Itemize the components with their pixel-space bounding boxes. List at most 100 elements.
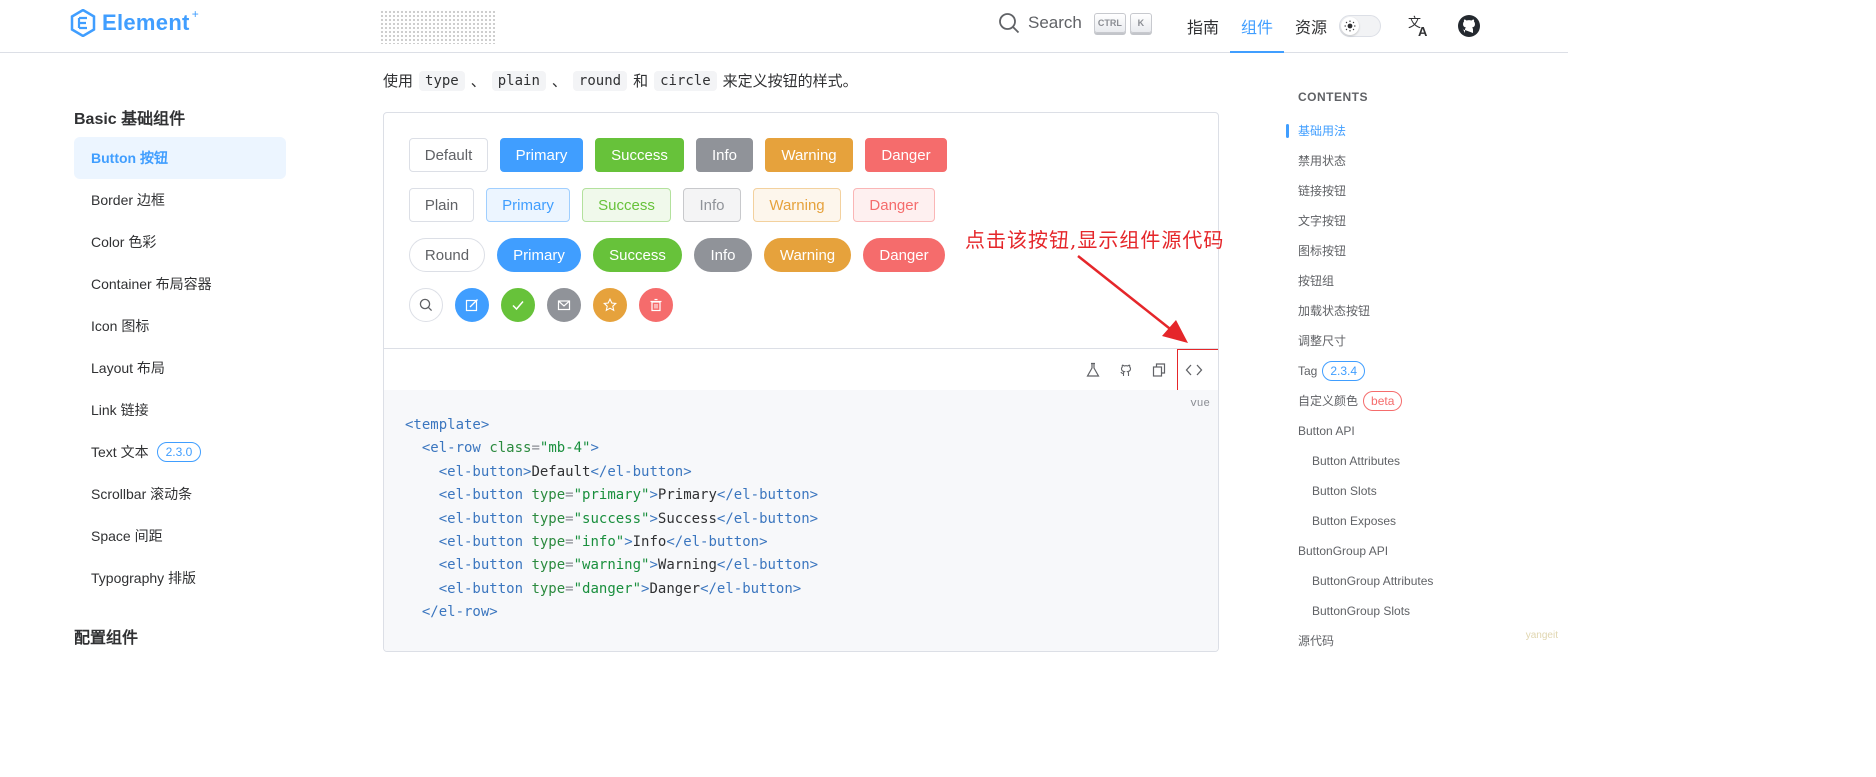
- circle-delete-button[interactable]: [639, 288, 673, 322]
- circle-check-button[interactable]: [501, 288, 535, 322]
- toc-item[interactable]: Button API: [1286, 416, 1556, 446]
- nav-components[interactable]: 组件: [1230, 0, 1284, 53]
- toc-item[interactable]: ButtonGroup API: [1286, 536, 1556, 566]
- annotation-text: 点击该按钮,显示组件源代码: [965, 228, 1225, 252]
- nav-resources[interactable]: 资源: [1284, 0, 1338, 53]
- toc-item[interactable]: Button Slots: [1286, 476, 1556, 506]
- info-button[interactable]: Info: [696, 138, 753, 172]
- toc-item[interactable]: 调整尺寸: [1286, 326, 1556, 356]
- table-of-contents: CONTENTS 基础用法 禁用状态 链接按钮 文字按钮 图标按钮 按钮组 加载状态按钮 调整…: [1286, 90, 1556, 656]
- toc-item-label: 基础用法: [1298, 124, 1347, 138]
- sidebar-item-label: Text 文本: [91, 444, 149, 460]
- sidebar-item-label: Space 间距: [91, 528, 163, 544]
- sidebar-item-container[interactable]: Container 布局容器: [74, 263, 286, 305]
- plain-danger-button[interactable]: Danger: [853, 188, 935, 222]
- code-line: <el-button>Default</el-button>: [438, 463, 692, 480]
- sidebar: Basic 基础组件 Button 按钮 Border 边框 Color 色彩 …: [74, 105, 286, 599]
- sidebar-item-layout[interactable]: Layout 布局: [74, 347, 286, 389]
- code-line: <el-row class="mb-4">: [421, 440, 599, 457]
- default-button[interactable]: Default: [409, 138, 488, 172]
- toc-item[interactable]: Tag 2.3.4: [1286, 356, 1556, 386]
- search-button[interactable]: Search CTRL K: [998, 12, 1152, 34]
- toc-item-label: 自定义颜色: [1298, 394, 1359, 408]
- button-row-circle: [409, 288, 673, 322]
- toc-item-label: Button Slots: [1312, 484, 1377, 498]
- toc-item[interactable]: 图标按钮: [1286, 236, 1556, 266]
- toc-item[interactable]: 基础用法: [1286, 116, 1556, 146]
- sidebar-item-space[interactable]: Space 间距: [74, 515, 286, 557]
- intro-suffix: 来定义按钮的样式。: [722, 73, 858, 90]
- toc-item[interactable]: 自定义颜色 beta: [1286, 386, 1556, 416]
- toc-item[interactable]: 文字按钮: [1286, 206, 1556, 236]
- sidebar-item-icon[interactable]: Icon 图标: [74, 305, 286, 347]
- code-line: <template>: [405, 417, 490, 433]
- code-lines: <template> <el-row class="mb-4"> <el-but…: [405, 414, 818, 625]
- toc-item[interactable]: Button Attributes: [1286, 446, 1556, 476]
- sidebar-item-link[interactable]: Link 链接: [74, 389, 286, 431]
- sidebar-item-border[interactable]: Border 边框: [74, 179, 286, 221]
- primary-button[interactable]: Primary: [500, 138, 583, 172]
- logo[interactable]: Element +: [70, 7, 203, 37]
- copy-icon[interactable]: [1150, 361, 1168, 379]
- toc-item-label: Button API: [1298, 424, 1355, 438]
- sidebar-item-typography[interactable]: Typography 排版: [74, 557, 286, 599]
- circle-message-button[interactable]: [547, 288, 581, 322]
- delete-icon: [650, 298, 662, 312]
- plain-info-button[interactable]: Info: [683, 188, 741, 222]
- danger-button[interactable]: Danger: [865, 138, 947, 172]
- circle-search-button[interactable]: [409, 288, 443, 322]
- round-success-button[interactable]: Success: [593, 238, 682, 272]
- plain-primary-button[interactable]: Primary: [486, 188, 570, 222]
- toc-item[interactable]: 源代码: [1286, 626, 1556, 656]
- code-line: <el-button type="danger">Danger</el-butt…: [438, 580, 802, 597]
- demo-block: Default Primary Success Info Warning Dan…: [383, 112, 1219, 652]
- toc-list: 基础用法禁用状态 链接按钮 文字按钮 图标按钮按钮组加载状态按钮 调整尺寸 Tag 2.3.…: [1286, 116, 1556, 656]
- plain-button[interactable]: Plain: [409, 188, 474, 222]
- round-danger-button[interactable]: Danger: [863, 238, 945, 272]
- toc-item-label: Button Attributes: [1312, 454, 1401, 468]
- circle-edit-button[interactable]: [455, 288, 489, 322]
- theme-toggle[interactable]: [1339, 15, 1381, 37]
- toc-item[interactable]: Button Exposes: [1286, 506, 1556, 536]
- code-chip-circle: circle: [654, 70, 717, 91]
- toc-item[interactable]: 加载状态按钮: [1286, 296, 1556, 326]
- warning-button[interactable]: Warning: [765, 138, 853, 172]
- playground-icon[interactable]: [1084, 361, 1102, 379]
- circle-star-button[interactable]: [593, 288, 627, 322]
- search-icon: [419, 298, 433, 312]
- sidebar-item-label: Icon 图标: [91, 318, 150, 334]
- sun-icon: [1341, 17, 1359, 35]
- sidebar-item-text[interactable]: Text 文本 2.3.0: [74, 431, 286, 473]
- toc-item-label: ButtonGroup API: [1298, 544, 1389, 558]
- svg-text:A: A: [1418, 24, 1428, 38]
- code-line: <el-button type="success">Success</el-bu…: [438, 510, 819, 527]
- toc-item[interactable]: 按钮组: [1286, 266, 1556, 296]
- sidebar-item-label: Layout 布局: [91, 360, 165, 376]
- toc-item[interactable]: ButtonGroup Attributes: [1286, 566, 1556, 596]
- plain-warning-button[interactable]: Warning: [753, 188, 841, 222]
- sidebar-item-button[interactable]: Button 按钮: [74, 137, 286, 179]
- kbd-ctrl: CTRL: [1093, 13, 1126, 33]
- round-button[interactable]: Round: [409, 238, 485, 272]
- sidebar-item-color[interactable]: Color 色彩: [74, 221, 286, 263]
- success-button[interactable]: Success: [595, 138, 684, 172]
- plain-success-button[interactable]: Success: [582, 188, 671, 222]
- round-primary-button[interactable]: Primary: [497, 238, 581, 272]
- toc-item-label: 源代码: [1298, 634, 1335, 648]
- star-icon: [603, 298, 617, 312]
- nav-guide[interactable]: 指南: [1176, 0, 1230, 53]
- code-line: <el-button type="primary">Primary</el-bu…: [438, 487, 819, 504]
- github-icon[interactable]: [1456, 13, 1482, 39]
- translate-icon[interactable]: 文 A: [1406, 13, 1432, 39]
- toc-item-label: 按钮组: [1298, 274, 1335, 288]
- toc-badge: beta: [1363, 391, 1403, 411]
- code-line: </el-row>: [421, 604, 498, 621]
- github-icon[interactable]: [1117, 361, 1135, 379]
- sidebar-item-label: Scrollbar 滚动条: [91, 486, 193, 502]
- round-warning-button[interactable]: Warning: [764, 238, 851, 272]
- toc-item[interactable]: ButtonGroup Slots: [1286, 596, 1556, 626]
- sidebar-item-scrollbar[interactable]: Scrollbar 滚动条: [74, 473, 286, 515]
- round-info-button[interactable]: Info: [694, 238, 752, 272]
- toc-item[interactable]: 禁用状态: [1286, 146, 1556, 176]
- toc-item[interactable]: 链接按钮: [1286, 176, 1556, 206]
